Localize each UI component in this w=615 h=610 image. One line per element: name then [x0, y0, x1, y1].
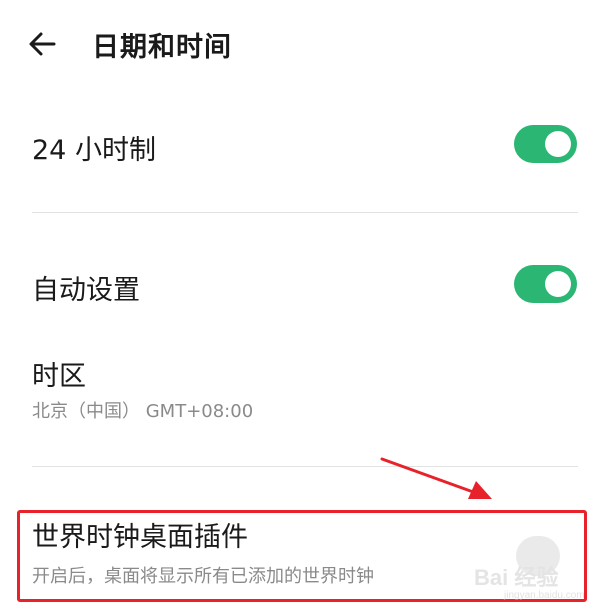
- setting-value-timezone: 北京（中国） GMT+08:00: [32, 401, 254, 422]
- toggle-auto-set[interactable]: [514, 265, 577, 303]
- back-button[interactable]: [26, 26, 62, 62]
- watermark-subtext: jingyan.baidu.com: [504, 590, 585, 601]
- setting-label-24-hour: 24 小时制: [32, 135, 156, 166]
- setting-row-auto-set[interactable]: 自动设置: [0, 250, 615, 320]
- setting-label-timezone: 时区: [32, 361, 86, 392]
- toggle-24-hour[interactable]: [514, 125, 577, 163]
- watermark: Bai 经验 jingyan.baidu.com: [474, 536, 585, 606]
- divider: [32, 212, 578, 213]
- setting-row-24-hour[interactable]: 24 小时制: [0, 110, 615, 210]
- setting-label-auto-set: 自动设置: [32, 275, 140, 306]
- setting-row-timezone[interactable]: 时区 北京（中国） GMT+08:00: [0, 340, 615, 450]
- arrow-left-icon: [29, 32, 56, 56]
- page-title: 日期和时间: [92, 32, 232, 63]
- toggle-knob: [545, 131, 571, 157]
- toggle-knob: [545, 271, 571, 297]
- watermark-text: Bai 经验: [474, 565, 559, 590]
- annotation-arrow-icon: [380, 457, 492, 499]
- app-header: 日期和时间: [0, 0, 615, 90]
